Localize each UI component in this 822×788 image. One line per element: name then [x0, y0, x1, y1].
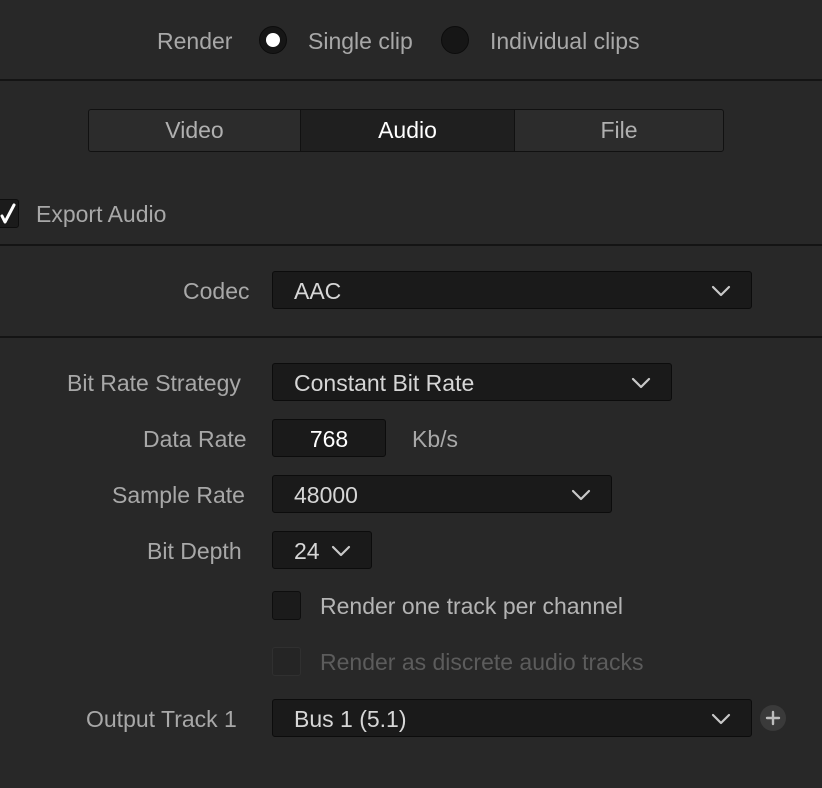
codec-dropdown[interactable]: AAC — [272, 271, 752, 309]
sample-rate-dropdown[interactable]: 48000 — [272, 475, 612, 513]
add-output-track-button[interactable] — [760, 705, 786, 731]
tab-audio[interactable]: Audio — [300, 110, 514, 151]
render-discrete-label: Render as discrete audio tracks — [320, 649, 644, 675]
output-track-label: Output Track 1 — [86, 706, 237, 732]
sample-rate-label: Sample Rate — [112, 482, 245, 508]
bit-rate-strategy-label: Bit Rate Strategy — [67, 370, 241, 396]
settings-tabs: Video Audio File — [88, 109, 724, 152]
individual-clips-label[interactable]: Individual clips — [490, 30, 640, 53]
data-rate-value: 768 — [309, 426, 349, 452]
sample-rate-value: 48000 — [294, 482, 358, 508]
render-discrete-checkbox[interactable] — [272, 647, 301, 676]
data-rate-unit: Kb/s — [412, 426, 459, 452]
checkmark-icon — [0, 203, 16, 224]
divider — [0, 244, 822, 246]
tab-video[interactable]: Video — [89, 110, 300, 151]
bit-rate-strategy-dropdown[interactable]: Constant Bit Rate — [272, 363, 672, 401]
bit-rate-strategy-value: Constant Bit Rate — [294, 370, 475, 396]
bit-depth-dropdown[interactable]: 24 — [272, 531, 372, 569]
output-track-value: Bus 1 (5.1) — [294, 706, 407, 732]
export-audio-checkbox[interactable] — [0, 199, 19, 228]
plus-icon — [765, 710, 781, 726]
divider — [0, 79, 822, 81]
render-label: Render — [157, 28, 233, 54]
tab-file[interactable]: File — [514, 110, 723, 151]
chevron-down-icon — [711, 713, 731, 725]
bit-depth-value: 24 — [294, 538, 320, 564]
bit-depth-label: Bit Depth — [147, 538, 242, 564]
data-rate-label: Data Rate — [143, 426, 247, 452]
chevron-down-icon — [331, 545, 351, 557]
render-one-track-checkbox[interactable] — [272, 591, 301, 620]
render-one-track-label[interactable]: Render one track per channel — [320, 595, 623, 618]
output-track-dropdown[interactable]: Bus 1 (5.1) — [272, 699, 752, 737]
single-clip-label[interactable]: Single clip — [308, 30, 413, 53]
codec-label: Codec — [183, 278, 250, 304]
chevron-down-icon — [711, 285, 731, 297]
chevron-down-icon — [631, 377, 651, 389]
export-audio-label[interactable]: Export Audio — [36, 203, 166, 226]
chevron-down-icon — [571, 489, 591, 501]
codec-value: AAC — [294, 278, 342, 304]
data-rate-input[interactable]: 768 — [272, 419, 386, 457]
single-clip-radio[interactable] — [259, 26, 287, 54]
individual-clips-radio[interactable] — [441, 26, 469, 54]
divider — [0, 336, 822, 338]
